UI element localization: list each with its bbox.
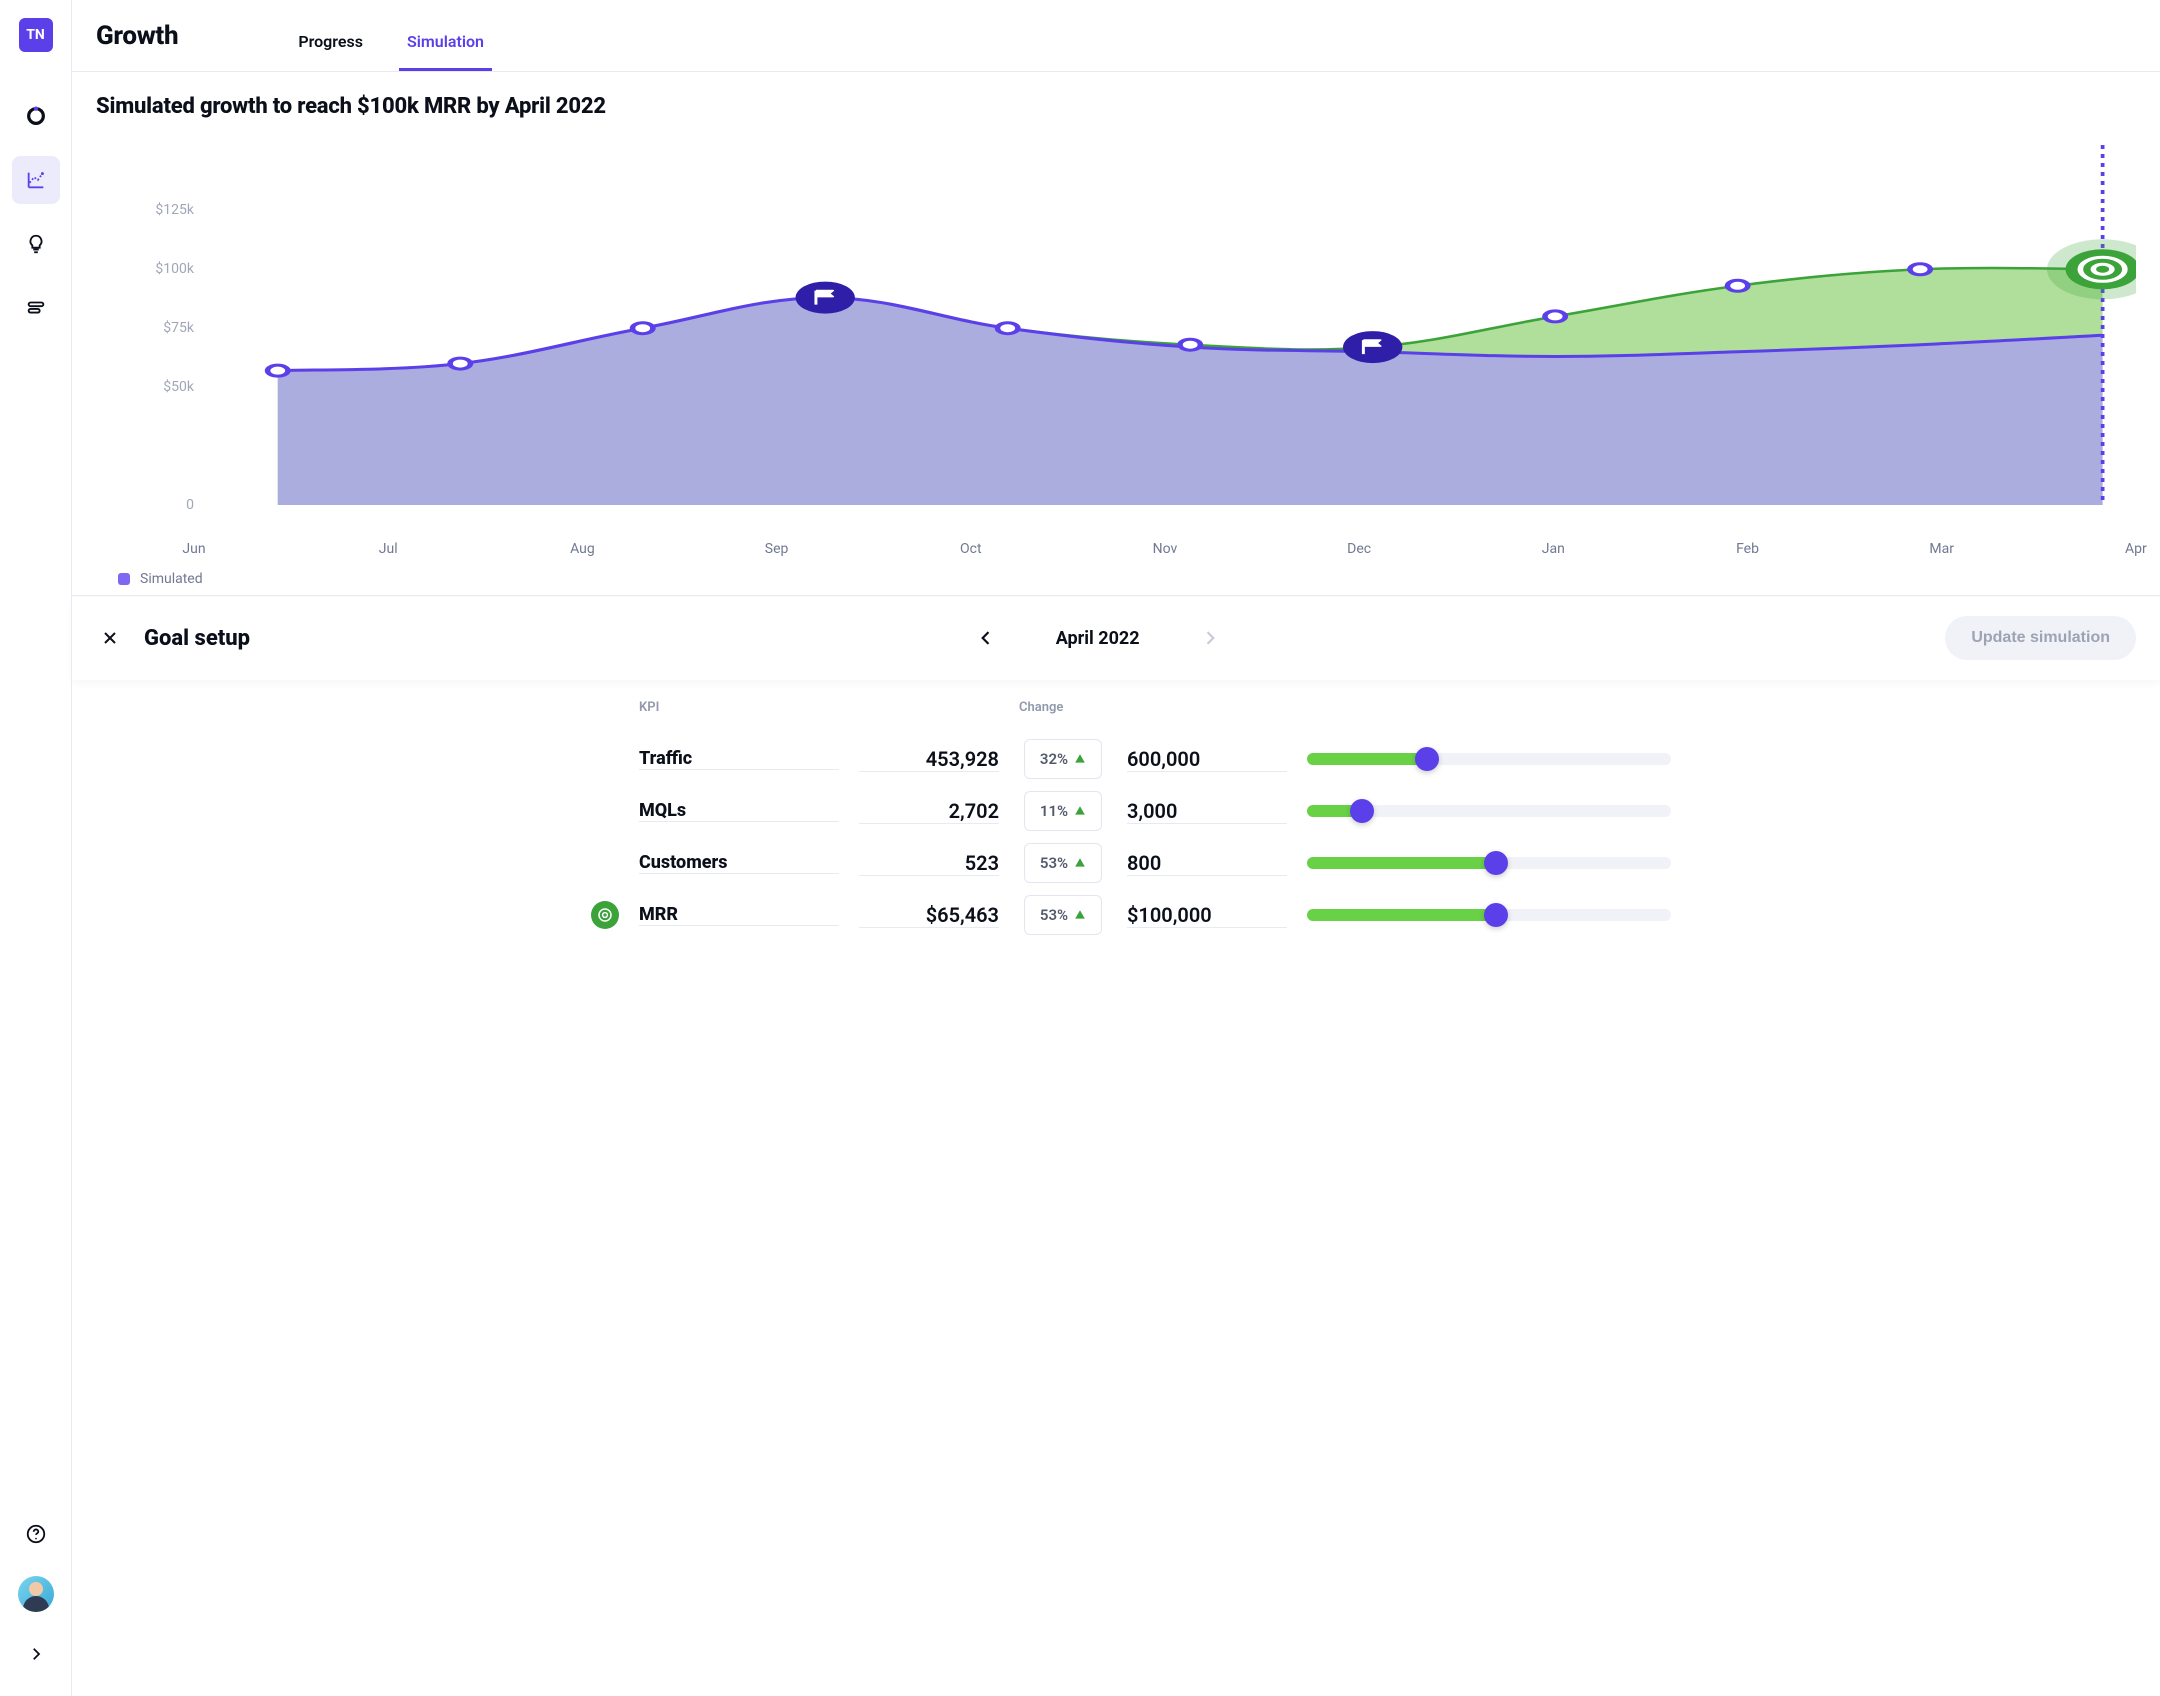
rows-icon	[25, 297, 47, 319]
y-tick-label: 0	[186, 497, 194, 513]
slider-thumb[interactable]	[1484, 851, 1508, 875]
kpi-table: KPI Change Traffic 453,928 32% 600,000 MQLs 2…	[72, 680, 2160, 977]
nav-overview-icon[interactable]	[12, 92, 60, 140]
avatar[interactable]	[18, 1576, 54, 1612]
close-icon	[100, 628, 120, 648]
kpi-name: Traffic	[639, 748, 839, 770]
month-prev-button[interactable]	[976, 628, 996, 648]
page-title: Growth	[96, 21, 178, 51]
triangle-up-icon	[1074, 909, 1086, 921]
y-tick-label: $50k	[163, 379, 194, 395]
kpi-name: Customers	[639, 852, 839, 874]
kpi-target-value: $100,000	[1127, 903, 1287, 928]
chart-line-icon	[25, 169, 47, 191]
kpi-base-value: 523	[859, 851, 999, 876]
kpi-name: MRR	[639, 904, 839, 926]
kpi-name: MQLs	[639, 800, 839, 822]
y-tick-label: $100k	[155, 261, 194, 277]
ring-icon	[25, 105, 47, 127]
goal-setup-bar: Goal setup April 2022 Update simulation	[72, 595, 2160, 680]
kpi-change-pill: 11%	[1024, 791, 1102, 831]
y-tick-label: $125k	[155, 202, 194, 218]
kpi-change-pill: 32%	[1024, 739, 1102, 779]
tabs: Progress Simulation	[298, 0, 484, 71]
kpi-change-pill: 53%	[1024, 843, 1102, 883]
kpi-change-pill: 53%	[1024, 895, 1102, 935]
triangle-up-icon	[1074, 805, 1086, 817]
sidebar: TN	[0, 0, 72, 1696]
kpi-slider[interactable]	[1307, 791, 1671, 831]
kpi-target-value: 800	[1127, 851, 1287, 876]
chart-container: 0$50k$75k$100k$125k JunJulAugSepOctNovDe…	[72, 119, 2160, 595]
kpi-slider[interactable]	[1307, 843, 1671, 883]
app-badge[interactable]: TN	[19, 18, 53, 52]
month-label: April 2022	[1056, 628, 1140, 649]
nav-layers-icon[interactable]	[12, 284, 60, 332]
triangle-up-icon	[1074, 753, 1086, 765]
triangle-up-icon	[1074, 857, 1086, 869]
chart-title: Simulated growth to reach $100k MRR by A…	[72, 72, 2160, 119]
kpi-base-value: $65,463	[859, 903, 999, 928]
nav-ideas-icon[interactable]	[12, 220, 60, 268]
slider-thumb[interactable]	[1350, 799, 1374, 823]
chart-legend: Simulated	[96, 557, 2136, 595]
nav-growth-icon[interactable]	[12, 156, 60, 204]
kpi-target-value: 600,000	[1127, 747, 1287, 772]
legend-swatch-icon	[118, 573, 130, 585]
month-picker: April 2022	[270, 628, 1925, 649]
lightbulb-icon	[25, 233, 47, 255]
goal-target-icon	[591, 901, 619, 929]
kpi-base-value: 2,702	[859, 799, 999, 824]
tab-simulation[interactable]: Simulation	[407, 32, 484, 71]
tab-progress[interactable]: Progress	[298, 32, 363, 71]
month-next-button	[1200, 628, 1220, 648]
legend-label: Simulated	[140, 571, 203, 587]
main: Growth Progress Simulation Simulated gro…	[72, 0, 2160, 1696]
chevron-left-icon	[976, 628, 996, 648]
slider-thumb[interactable]	[1484, 903, 1508, 927]
y-tick-label: $75k	[163, 320, 194, 336]
chevron-right-icon	[1200, 628, 1220, 648]
change-col-heading: Change	[1019, 700, 1107, 733]
header: Growth Progress Simulation	[72, 0, 2160, 72]
kpi-target-value: 3,000	[1127, 799, 1287, 824]
chart: 0 $50k $75k $100k $125k	[96, 135, 2136, 535]
help-icon[interactable]	[12, 1510, 60, 1558]
kpi-slider[interactable]	[1307, 739, 1671, 779]
chevron-right-icon	[27, 1645, 45, 1663]
kpi-slider[interactable]	[1307, 895, 1671, 935]
kpi-col-heading: KPI	[639, 700, 839, 733]
goal-setup-title: Goal setup	[144, 626, 250, 651]
close-button[interactable]	[96, 624, 124, 652]
kpi-base-value: 453,928	[859, 747, 999, 772]
slider-thumb[interactable]	[1415, 747, 1439, 771]
update-simulation-button[interactable]: Update simulation	[1945, 616, 2136, 660]
question-circle-icon	[25, 1523, 47, 1545]
sidebar-expand-button[interactable]	[12, 1630, 60, 1678]
